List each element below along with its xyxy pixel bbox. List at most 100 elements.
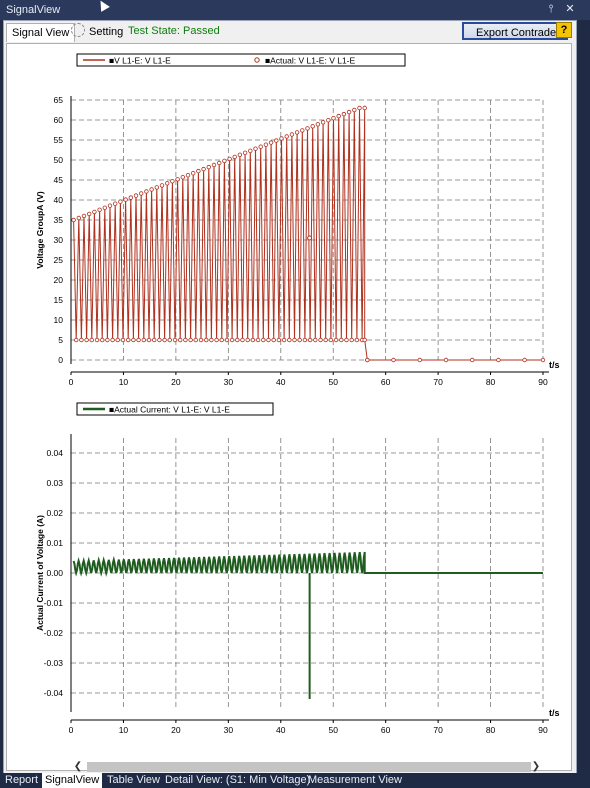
chart2-xtick-label-2: 20 xyxy=(171,725,181,735)
voltage-point-83 xyxy=(287,337,292,343)
tab-signal-view[interactable]: Signal View xyxy=(6,23,76,42)
voltage-point-18 xyxy=(118,199,123,204)
voltage-point-53 xyxy=(209,337,214,343)
chart1-xtick-label-2: 20 xyxy=(171,377,181,387)
voltage-point-31 xyxy=(151,337,157,343)
voltage-point-101 xyxy=(333,337,339,343)
bottom-tab-report[interactable]: Report xyxy=(2,773,41,788)
chart2-ytick-label-0: 0.04 xyxy=(46,448,63,458)
voltage-point-40 xyxy=(175,177,180,182)
chart1-xtick-label-0: 0 xyxy=(69,377,74,387)
voltage-point-71 xyxy=(255,337,261,343)
chart1-ytick-label-1: 5 xyxy=(58,335,63,345)
voltage-point-85 xyxy=(292,337,297,343)
voltage-point-25 xyxy=(136,337,141,343)
pin-icon[interactable]: ⫯ xyxy=(544,2,558,16)
voltage-point-91 xyxy=(307,337,313,343)
voltage-point-9 xyxy=(94,337,100,343)
scroll-right-icon[interactable]: ❯ xyxy=(529,760,543,774)
chart1-xtick-label-4: 40 xyxy=(276,377,286,387)
voltage-point-68 xyxy=(248,148,253,153)
chart2-ytick-label-1: 0.03 xyxy=(46,478,63,488)
chart1-legend-entry-1: ■Actual: V L1-E: V L1-E xyxy=(265,56,356,66)
voltage-zero-point xyxy=(365,357,370,363)
title-bar: SignalView ⫯ ✕ xyxy=(0,0,590,20)
voltage-point-92 xyxy=(310,124,315,129)
voltage-point-94 xyxy=(315,122,321,127)
chart2-ytick-label-3: 0.01 xyxy=(46,538,63,548)
chart1-xtick-label-9: 90 xyxy=(538,377,548,387)
voltage-point-35 xyxy=(162,337,167,343)
close-icon[interactable]: ✕ xyxy=(563,2,577,16)
signal-view-window: Signal View Setting Test State: Passed E… xyxy=(3,20,577,774)
voltage-point-42 xyxy=(180,174,185,180)
voltage-point-100 xyxy=(331,115,336,121)
bottom-tab-measurement-view[interactable]: Measurement View xyxy=(305,773,405,788)
voltage-point-107 xyxy=(349,337,354,343)
voltage-point-41 xyxy=(177,337,183,343)
bottom-tab-signalview[interactable]: SignalView xyxy=(42,773,103,788)
voltage-point-14 xyxy=(107,203,113,208)
voltage-point-60 xyxy=(227,156,232,162)
voltage-point-28 xyxy=(144,189,149,194)
scroll-left-icon[interactable]: ❮ xyxy=(71,760,85,774)
chart2-xtick-label-4: 40 xyxy=(276,725,286,735)
voltage-point-10 xyxy=(97,207,102,212)
voltage-point-11 xyxy=(99,337,105,343)
voltage-point-105 xyxy=(344,337,349,343)
voltage-point-5 xyxy=(84,337,89,343)
voltage-point-49 xyxy=(198,337,204,343)
voltage-point-70 xyxy=(253,146,258,151)
voltage-point-55 xyxy=(214,337,219,343)
chart1-ytick-label-3: 15 xyxy=(54,295,64,305)
voltage-point-36 xyxy=(164,181,170,186)
chart1-xtick-label-8: 80 xyxy=(486,377,496,387)
chart2-ytick-label-5: -0.01 xyxy=(44,598,64,608)
chart2-ytick-label-8: -0.04 xyxy=(44,688,64,698)
chart1-ytick-label-11: 55 xyxy=(54,135,64,145)
voltage-point-82 xyxy=(284,134,289,139)
voltage-point-79 xyxy=(276,337,282,343)
chart-panel: ■V L1-E: V L1-E ■Actual: V L1-E: V L1-E 0 1… xyxy=(6,43,572,774)
voltage-point-80 xyxy=(279,136,284,141)
voltage-zero-point xyxy=(417,357,422,363)
voltage-point-20 xyxy=(123,197,128,202)
chart1-ytick-label-0: 0 xyxy=(58,355,63,365)
voltage-point-43 xyxy=(183,337,188,343)
scroll-thumb[interactable] xyxy=(87,762,531,772)
chart1-xtick-label-5: 50 xyxy=(328,377,338,387)
voltage-point-87 xyxy=(297,337,302,343)
voltage-point-97 xyxy=(323,337,328,343)
tab-setting[interactable]: Setting xyxy=(66,23,128,41)
bottom-tab-table-view[interactable]: Table View xyxy=(104,773,163,788)
chart2-xtick-label-6: 60 xyxy=(381,725,391,735)
voltage-point-112 xyxy=(362,105,367,111)
export-contrade-button[interactable]: Export Contrade ... ? xyxy=(462,22,572,57)
chart1-xlabel: t/s xyxy=(549,360,560,370)
voltage-point-67 xyxy=(245,337,250,343)
voltage-point-44 xyxy=(185,172,191,178)
voltage-point-89 xyxy=(302,337,308,343)
chart1-ytick-label-4: 20 xyxy=(54,275,64,285)
bottom-tab-detail-view[interactable]: Detail View: (S1: Min Voltage) xyxy=(162,773,313,788)
chart2-xtick-label-0: 0 xyxy=(69,725,74,735)
voltage-series-line xyxy=(73,107,543,361)
voltage-point-76 xyxy=(268,140,274,145)
voltage-point-81 xyxy=(281,337,287,343)
chart2-ytick-label-7: -0.03 xyxy=(44,658,64,668)
voltage-point-15 xyxy=(110,337,115,343)
horizontal-scrollbar[interactable]: ❮ ❯ xyxy=(71,760,543,774)
window-title: SignalView xyxy=(6,4,61,16)
voltage-point-74 xyxy=(263,142,269,147)
chart1-ytick-label-5: 25 xyxy=(54,255,64,265)
voltage-point-84 xyxy=(289,132,295,137)
voltage-point-110 xyxy=(357,105,362,111)
chart1-legend-entry-0: ■V L1-E: V L1-E xyxy=(109,56,171,66)
help-icon[interactable]: ? xyxy=(556,22,572,38)
voltage-point-8 xyxy=(92,209,97,215)
charts-svg: ■V L1-E: V L1-E ■Actual: V L1-E: V L1-E 0 1… xyxy=(35,53,560,735)
voltage-point-47 xyxy=(193,337,198,343)
voltage-point-52 xyxy=(206,164,211,170)
voltage-point-3 xyxy=(79,337,84,343)
voltage-point-95 xyxy=(318,337,323,343)
